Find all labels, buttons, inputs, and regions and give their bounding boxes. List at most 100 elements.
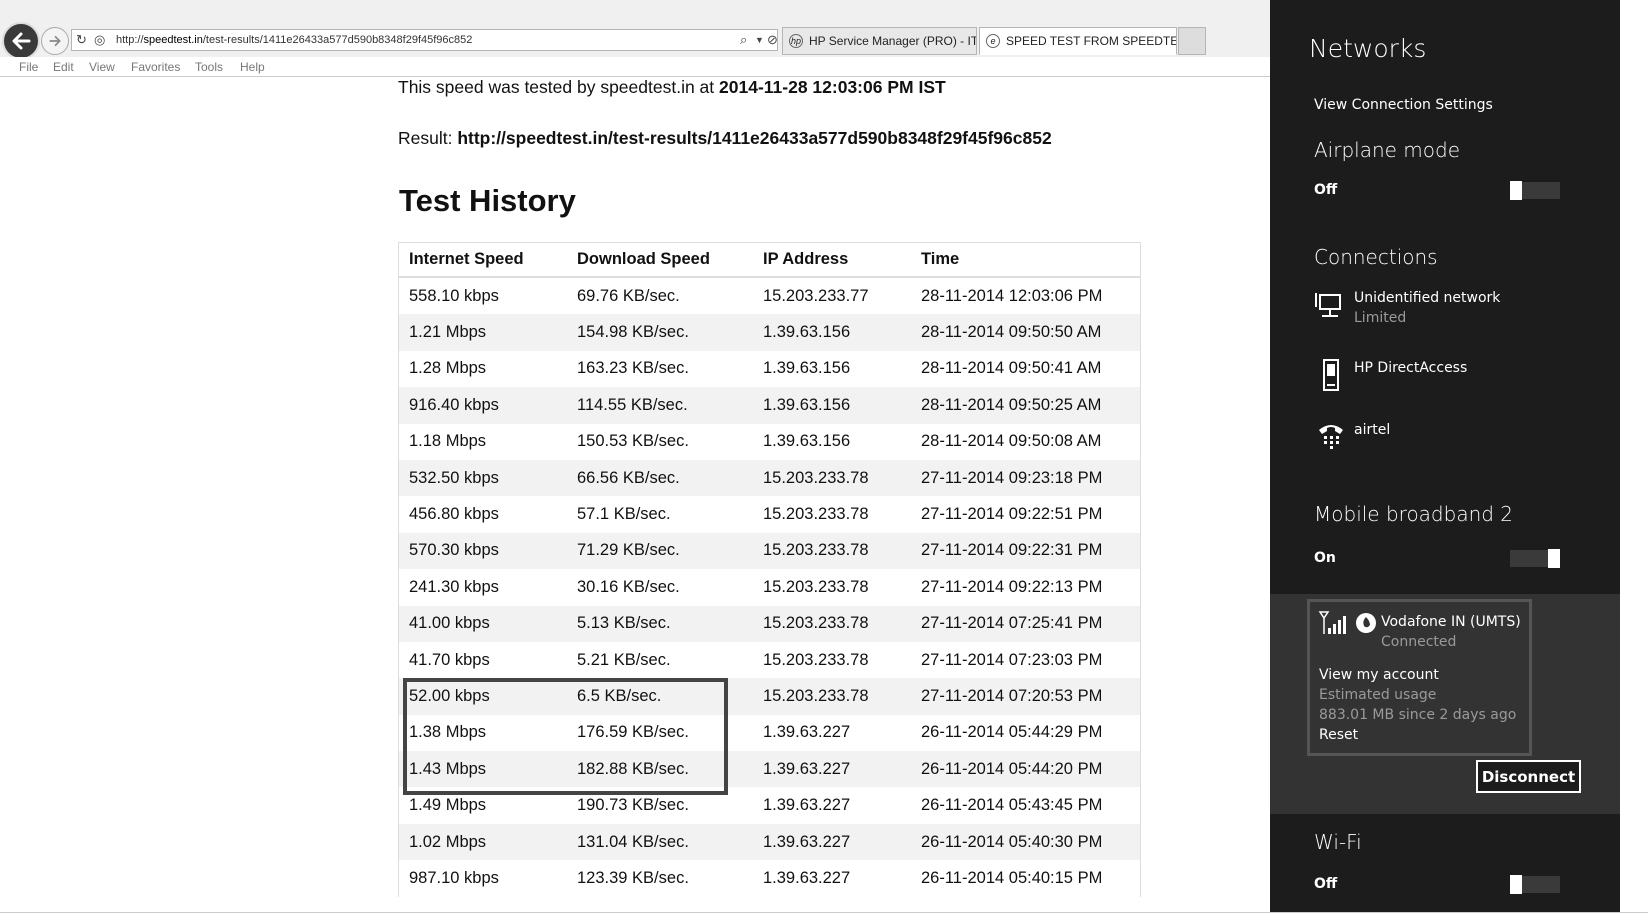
cell-download-speed: 131.04 KB/sec. — [577, 832, 689, 851]
search-icon[interactable]: ⌕ — [740, 32, 747, 48]
reset-usage-link[interactable]: Reset — [1319, 727, 1358, 743]
cell-time: 26-11-2014 05:44:20 PM — [921, 759, 1103, 778]
hp-logo-icon: hp — [789, 34, 803, 48]
cell-time: 27-11-2014 07:25:41 PM — [921, 614, 1103, 633]
signal-strength-icon — [1318, 611, 1346, 634]
menu-favorites[interactable]: Favorites — [131, 60, 180, 74]
cell-internet-speed: 570.30 kbps — [409, 541, 499, 560]
bottom-edge — [0, 912, 1648, 920]
dialup-phone-icon — [1319, 425, 1343, 449]
cell-ip-address: 15.203.233.78 — [763, 468, 869, 487]
table-row: 987.10 kbps 123.39 KB/sec. 1.39.63.227 26-1… — [399, 860, 1140, 896]
cell-download-speed: 190.73 KB/sec. — [577, 796, 689, 815]
tested-by-text: This speed was tested by speedtest.in at… — [398, 77, 946, 97]
tab-label: HP Service Manager (PRO) - IT... — [809, 34, 977, 48]
forward-arrow-icon — [49, 35, 61, 47]
browser-toolbar: ↻ ◎ http://speedtest.in/test-results/141… — [0, 0, 1270, 60]
table-row: 570.30 kbps 71.29 KB/sec. 15.203.233.78 27-… — [399, 532, 1140, 570]
estimated-usage-label: Estimated usage — [1319, 687, 1437, 703]
history-table: Internet Speed Download Speed IP Address… — [398, 242, 1141, 897]
connection-name: HP DirectAccess — [1354, 360, 1468, 376]
cell-time: 28-11-2014 09:50:08 AM — [921, 432, 1102, 451]
cell-download-speed: 163.23 KB/sec. — [577, 359, 689, 378]
cell-ip-address: 15.203.233.78 — [763, 505, 869, 524]
vodafone-connection-card[interactable]: Vodafone IN (UMTS) Connected View my acc… — [1307, 599, 1532, 756]
airplane-mode-toggle[interactable] — [1510, 181, 1560, 200]
cell-time: 27-11-2014 09:23:18 PM — [921, 468, 1103, 487]
browser-window: ↻ ◎ http://speedtest.in/test-results/141… — [0, 0, 1270, 920]
table-row: 41.70 kbps 5.21 KB/sec. 15.203.233.78 27-11… — [399, 642, 1140, 678]
cell-download-speed: 30.16 KB/sec. — [577, 577, 680, 596]
cell-internet-speed: 916.40 kbps — [409, 395, 499, 414]
cell-ip-address: 15.203.233.78 — [763, 650, 869, 669]
networks-panel: Networks View Connection Settings Airpla… — [1270, 0, 1620, 912]
cell-ip-address: 1.39.63.156 — [763, 432, 851, 451]
history-title: Test History — [399, 183, 576, 218]
table-row: 1.28 Mbps 163.23 KB/sec. 1.39.63.156 28-11-… — [399, 351, 1140, 387]
menu-tools[interactable]: Tools — [195, 60, 223, 74]
forward-button[interactable] — [41, 27, 69, 55]
cell-internet-speed: 456.80 kbps — [409, 505, 499, 524]
cell-ip-address: 1.39.63.227 — [763, 868, 851, 887]
carrier-name: Vodafone IN (UMTS) — [1381, 614, 1521, 630]
cell-ip-address: 1.39.63.227 — [763, 796, 851, 815]
cell-internet-speed: 1.18 Mbps — [409, 432, 487, 451]
cell-time: 26-11-2014 05:40:15 PM — [921, 868, 1103, 887]
menu-help[interactable]: Help — [240, 60, 265, 74]
cell-ip-address: 15.203.233.77 — [763, 286, 869, 305]
connection-name: Unidentified network — [1354, 290, 1501, 306]
table-row: 456.80 kbps 57.1 KB/sec. 15.203.233.78 27-1… — [399, 496, 1140, 532]
view-my-account-link[interactable]: View my account — [1319, 667, 1439, 683]
cell-download-speed: 150.53 KB/sec. — [577, 432, 689, 451]
cell-internet-speed: 1.28 Mbps — [409, 359, 487, 378]
page-content: This speed was tested by speedtest.in at… — [0, 77, 1270, 912]
carrier-status: Connected — [1381, 634, 1457, 650]
table-header: Internet Speed Download Speed IP Address… — [399, 243, 1140, 278]
connection-status: Limited — [1354, 310, 1407, 326]
cell-download-speed: 71.29 KB/sec. — [577, 541, 680, 560]
table-row: 558.10 kbps 69.76 KB/sec. 15.203.233.77 28-… — [399, 278, 1140, 314]
menu-view[interactable]: View — [89, 60, 115, 74]
ie-page-icon: ◎ — [94, 32, 106, 47]
result-link[interactable]: http://speedtest.in/test-results/1411e26… — [457, 128, 1051, 148]
connection-name: airtel — [1354, 422, 1391, 438]
phone-device-icon — [1323, 359, 1339, 391]
cell-download-speed: 154.98 KB/sec. — [577, 323, 689, 342]
table-row: 532.50 kbps 66.56 KB/sec. 15.203.233.78 27-… — [399, 459, 1140, 497]
address-bar[interactable]: ↻ ◎ http://speedtest.in/test-results/141… — [71, 29, 778, 51]
result-text: Result: http://speedtest.in/test-results… — [398, 128, 1052, 148]
wifi-state: Off — [1314, 876, 1338, 892]
back-button[interactable] — [2, 22, 40, 60]
cell-internet-speed: 987.10 kbps — [409, 868, 499, 887]
cell-internet-speed: 41.00 kbps — [409, 614, 490, 633]
view-connection-settings-link[interactable]: View Connection Settings — [1314, 97, 1493, 113]
cell-ip-address: 1.39.63.156 — [763, 323, 851, 342]
wifi-toggle[interactable] — [1510, 875, 1560, 894]
menu-edit[interactable]: Edit — [53, 60, 74, 74]
wifi-heading: Wi-Fi — [1314, 830, 1362, 854]
cell-internet-speed: 1.02 Mbps — [409, 832, 487, 851]
cell-time: 27-11-2014 09:22:13 PM — [921, 577, 1103, 596]
cell-ip-address: 15.203.233.78 — [763, 614, 869, 633]
cell-internet-speed: 241.30 kbps — [409, 577, 499, 596]
cell-download-speed: 69.76 KB/sec. — [577, 286, 680, 305]
cell-download-speed: 66.56 KB/sec. — [577, 468, 680, 487]
refresh-icon[interactable]: ↻ — [76, 32, 87, 48]
dropdown-icon[interactable]: ▼ — [755, 32, 764, 48]
header-download-speed: Download Speed — [577, 250, 710, 268]
networks-title: Networks — [1309, 34, 1427, 63]
new-tab-button[interactable] — [1178, 27, 1206, 55]
mobile-broadband-state: On — [1314, 550, 1336, 566]
table-row: 1.18 Mbps 150.53 KB/sec. 1.39.63.156 28-11-… — [399, 424, 1140, 460]
cell-time: 27-11-2014 07:23:03 PM — [921, 650, 1103, 669]
menu-file[interactable]: File — [19, 60, 38, 74]
disconnect-button[interactable]: Disconnect — [1476, 760, 1581, 793]
cell-ip-address: 1.39.63.156 — [763, 359, 851, 378]
mobile-broadband-heading: Mobile broadband 2 — [1314, 502, 1514, 526]
stop-icon[interactable]: ⊘ — [767, 32, 778, 48]
tab-hp-service-manager[interactable]: hp HP Service Manager (PRO) - IT... — [782, 27, 977, 55]
table-row: 1.02 Mbps 131.04 KB/sec. 1.39.63.227 26-11-… — [399, 823, 1140, 861]
mobile-broadband-toggle[interactable] — [1510, 549, 1560, 568]
tab-speed-test[interactable]: e SPEED TEST FROM SPEEDTE... ✕ — [979, 27, 1177, 55]
cell-internet-speed: 558.10 kbps — [409, 286, 499, 305]
